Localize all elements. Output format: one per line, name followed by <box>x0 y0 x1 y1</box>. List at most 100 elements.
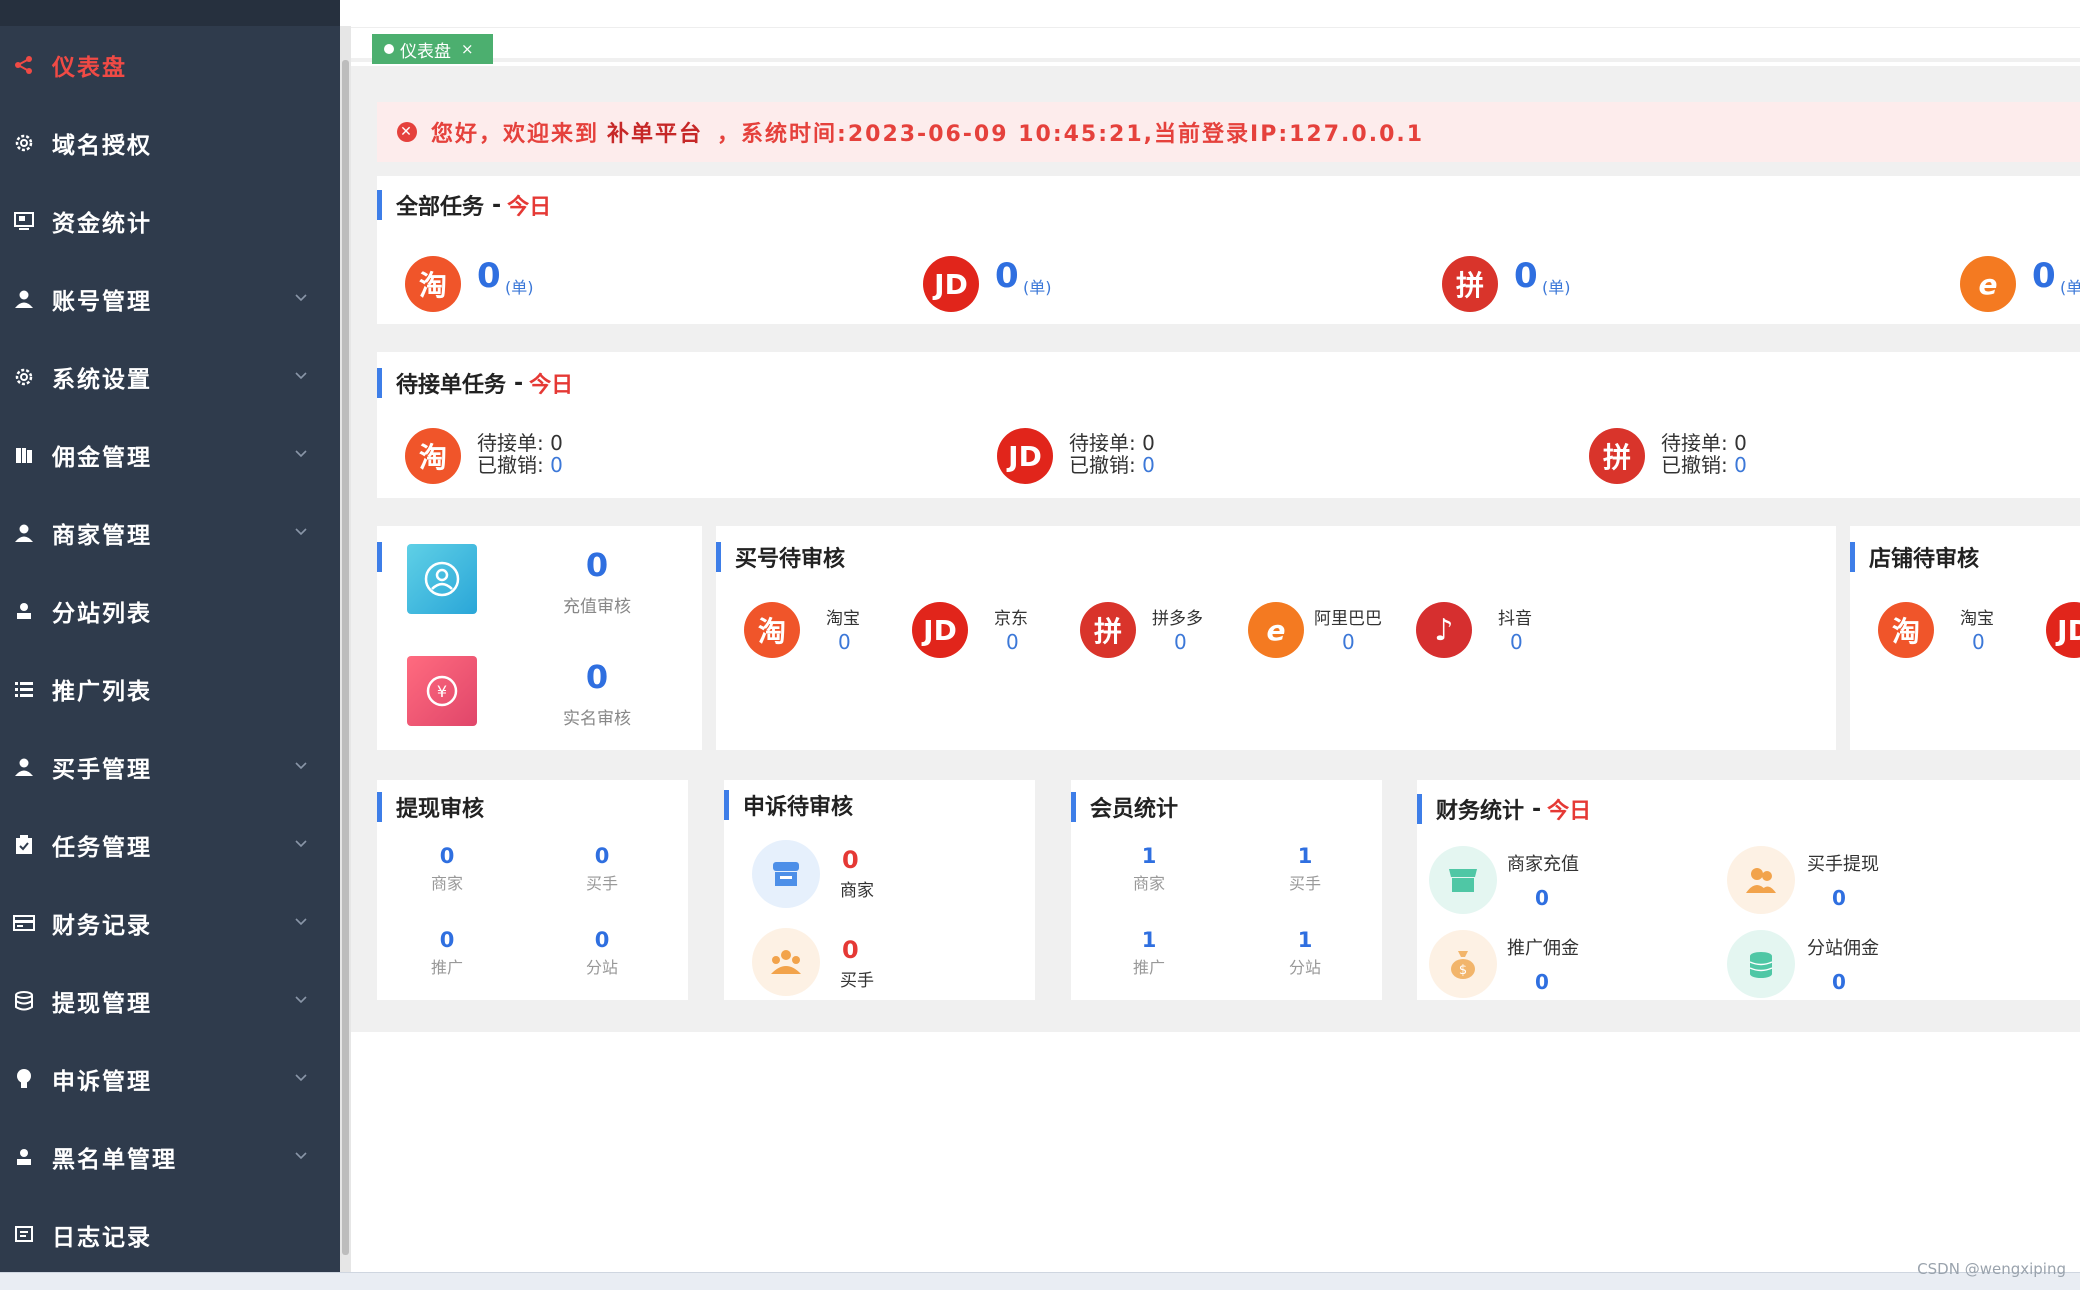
panel-title-text: 买号待审核 <box>735 547 846 572</box>
jd-logo-icon: JD <box>2046 602 2080 658</box>
task-count-jd: 0 <box>995 256 1019 296</box>
panel-title-text: 提现审核 <box>396 797 485 822</box>
withdraw-label: 买手 <box>585 874 618 893</box>
sidebar-item-label: 商家管理 <box>52 523 152 549</box>
platform-count: 0 <box>1510 630 1523 654</box>
chevron-down-icon <box>295 1152 307 1160</box>
tab-dashboard[interactable]: 仪表盘 × <box>372 34 493 64</box>
sidebar-item-finance[interactable]: 财务记录 <box>0 884 340 962</box>
sidebar-item-dashboard[interactable]: 仪表盘 <box>0 26 340 104</box>
finance-label: 推广佣金 <box>1507 938 1579 959</box>
sidebar-item-commission[interactable]: 佣金管理 <box>0 416 340 494</box>
close-icon[interactable]: × <box>461 40 474 58</box>
sidebar-item-buyers[interactable]: 买手管理 <box>0 728 340 806</box>
taobao-logo-icon: 淘 <box>744 602 800 658</box>
member-stats-panel: 会员统计 1 商家 1 买手 1 推广 1 分站 <box>1071 780 1382 1000</box>
sidebar-item-substations[interactable]: 分站列表 <box>0 572 340 650</box>
money-bag-icon: $ <box>1429 930 1497 998</box>
sidebar-item-domain[interactable]: 域名授权 <box>0 104 340 182</box>
card-icon <box>12 911 36 935</box>
withdraw-review-panel: 提现审核 0 商家 0 买手 0 推广 0 分站 <box>377 780 688 1000</box>
sidebar-item-label: 仪表盘 <box>52 55 127 81</box>
sidebar-item-funds[interactable]: 资金统计 <box>0 182 340 260</box>
platform-name: 京东 <box>994 609 1028 629</box>
sidebar-item-label: 日志记录 <box>52 1225 152 1251</box>
unit-label: (单) <box>2060 278 2080 297</box>
sidebar-item-merchants[interactable]: 商家管理 <box>0 494 340 572</box>
gear-icon <box>12 365 36 389</box>
panel-title-text: 会员统计 <box>1090 797 1179 822</box>
jd-logo-icon: JD <box>912 602 968 658</box>
taobao-logo-icon: 淘 <box>405 428 461 484</box>
close-circle-icon[interactable]: ✕ <box>397 122 417 142</box>
buyers-icon <box>752 928 820 996</box>
pinduoduo-logo-icon: 拼 <box>1080 602 1136 658</box>
sidebar-item-settings[interactable]: 系统设置 <box>0 338 340 416</box>
waiting-label: 待接单: <box>477 431 544 455</box>
panel-title-text: 待接单任务 <box>396 373 507 398</box>
scrollbar-thumb[interactable] <box>342 60 349 1255</box>
tab-dot-icon <box>384 44 394 54</box>
withdraw-label: 商家 <box>430 874 463 893</box>
withdraw-count: 0 <box>594 928 610 952</box>
yuan-icon: ¥ <box>407 656 477 726</box>
member-count: 1 <box>1297 844 1313 868</box>
member-label: 买手 <box>1288 874 1321 893</box>
pending-stats-jd: 待接单: 0 已撤销: 0 <box>1069 432 1155 476</box>
user-icon <box>12 521 36 545</box>
panel-title-text: 全部任务 <box>396 195 485 220</box>
sidebar-item-blacklist[interactable]: 黑名单管理 <box>0 1118 340 1196</box>
sidebar-item-accounts[interactable]: 账号管理 <box>0 260 340 338</box>
gear-icon <box>12 131 36 155</box>
taobao-logo-icon: 淘 <box>405 256 461 312</box>
today-label: 今日 <box>1547 799 1592 824</box>
book-icon <box>12 443 36 467</box>
sidebar-item-label: 黑名单管理 <box>52 1147 177 1173</box>
cancelled-label: 已撤销: <box>1661 453 1728 477</box>
main-content: ✕ 您好，欢迎来到 补单平台 ，系统时间:2023-06-09 10:45:21… <box>351 66 2080 1032</box>
panel-title: 店铺待审核 <box>1850 542 1979 572</box>
shop-review-panel: 店铺待审核 淘 淘宝 0 JD <box>1850 526 2080 750</box>
platform-name: 淘宝 <box>1960 609 1994 629</box>
sidebar-item-promotion[interactable]: 推广列表 <box>0 650 340 728</box>
unit-label: (单) <box>1023 278 1052 297</box>
sidebar-item-label: 财务记录 <box>52 913 152 939</box>
platform-name: 淘宝 <box>826 609 860 629</box>
sidebar-item-tasks[interactable]: 任务管理 <box>0 806 340 884</box>
database-icon <box>12 989 36 1013</box>
member-label: 分站 <box>1288 958 1321 977</box>
sidebar-item-appeals[interactable]: 申诉管理 <box>0 1040 340 1118</box>
welcome-alert: ✕ 您好，欢迎来到 补单平台 ，系统时间:2023-06-09 10:45:21… <box>377 102 2080 162</box>
cancelled-value: 0 <box>1142 453 1155 477</box>
empty-area <box>351 1032 2080 1272</box>
pinduoduo-logo-icon: 拼 <box>1442 256 1498 312</box>
recharge-review-label: 充值审核 <box>563 597 631 617</box>
sidebar-item-label: 买手管理 <box>52 757 152 783</box>
chevron-down-icon <box>295 450 307 458</box>
watermark: CSDN @wengxiping <box>1917 1260 2066 1278</box>
alibaba-logo-icon: e <box>1248 602 1304 658</box>
sidebar-item-logs[interactable]: 日志记录 <box>0 1196 340 1274</box>
member-count: 1 <box>1141 928 1157 952</box>
panel-title-text: 财务统计 <box>1436 799 1525 824</box>
sidebar-scrollbar[interactable] <box>340 26 351 1272</box>
task-count-taobao: 0 <box>477 256 501 296</box>
platform-name: 拼多多 <box>1152 609 1203 629</box>
users-icon <box>1727 846 1795 914</box>
user-small-icon <box>12 1145 36 1169</box>
platform-count: 0 <box>1174 630 1187 654</box>
alert-platform: 补单平台 <box>607 122 704 147</box>
platform-name: 阿里巴巴 <box>1314 609 1382 629</box>
taobao-logo-icon: 淘 <box>1878 602 1934 658</box>
appeal-label: 商家 <box>840 881 874 901</box>
waiting-value: 0 <box>550 431 563 455</box>
finance-label: 商家充值 <box>1507 854 1579 875</box>
chevron-down-icon <box>295 996 307 1004</box>
finance-value: 0 <box>1832 970 1846 994</box>
review-box-panel: 0 充值审核 ¥ 0 实名审核 <box>377 526 702 750</box>
sidebar-item-withdraw[interactable]: 提现管理 <box>0 962 340 1040</box>
douyin-logo-icon: ♪ <box>1416 602 1472 658</box>
sidebar-item-label: 分站列表 <box>52 601 152 627</box>
user-small-icon <box>12 599 36 623</box>
monitor-icon <box>12 209 36 233</box>
